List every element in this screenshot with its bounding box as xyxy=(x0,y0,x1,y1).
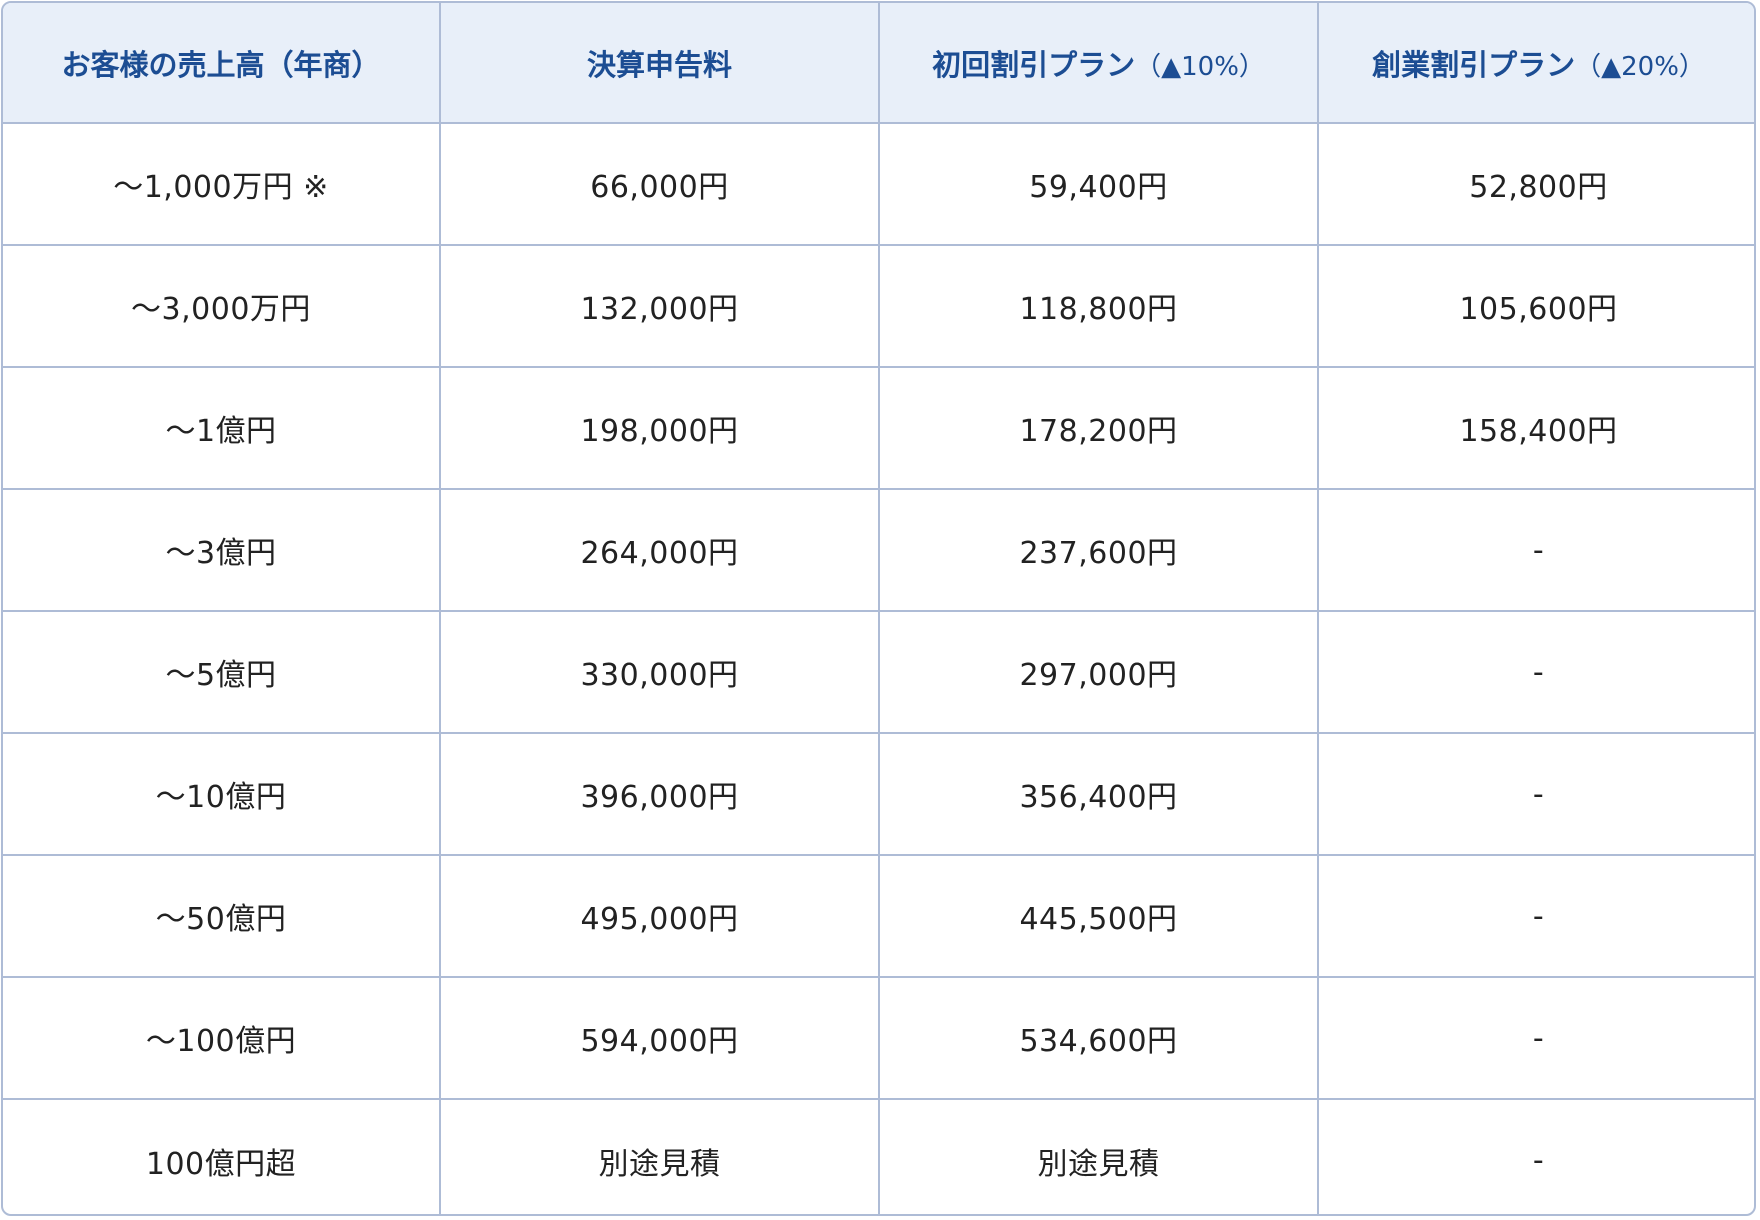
cell-startup-discount: - xyxy=(1317,854,1754,978)
header-first-discount: 初回割引プラン（▲10%） xyxy=(878,3,1319,124)
cell-startup-discount: - xyxy=(1317,488,1754,612)
cell-fee: 別途見積 xyxy=(439,1098,880,1214)
cell-startup-discount: - xyxy=(1317,976,1754,1100)
header-startup-discount: 創業割引プラン（▲20%） xyxy=(1317,3,1754,124)
cell-fee: 132,000円 xyxy=(439,244,880,368)
header-revenue: お客様の売上高（年商） xyxy=(3,3,441,124)
cell-first-discount: 178,200円 xyxy=(878,366,1319,490)
header-startup-discount-rate: （▲20%） xyxy=(1575,51,1705,82)
cell-fee: 330,000円 xyxy=(439,610,880,734)
cell-startup-discount: - xyxy=(1317,610,1754,734)
cell-startup-discount: - xyxy=(1317,732,1754,856)
cell-first-discount: 別途見積 xyxy=(878,1098,1319,1214)
cell-fee: 66,000円 xyxy=(439,122,880,246)
cell-first-discount: 356,400円 xyxy=(878,732,1319,856)
pricing-table-container: お客様の売上高（年商） 決算申告料 初回割引プラン（▲10%） 創業割引プラン（… xyxy=(1,1,1756,1216)
cell-revenue: ～1億円 xyxy=(3,366,441,490)
cell-fee: 198,000円 xyxy=(439,366,880,490)
cell-first-discount: 237,600円 xyxy=(878,488,1319,612)
cell-fee: 264,000円 xyxy=(439,488,880,612)
table-row: ～3億円 264,000円 237,600円 - xyxy=(3,488,1754,612)
cell-revenue: ～3億円 xyxy=(3,488,441,612)
cell-first-discount: 534,600円 xyxy=(878,976,1319,1100)
cell-first-discount: 118,800円 xyxy=(878,244,1319,368)
header-fee: 決算申告料 xyxy=(439,3,880,124)
table-row: ～50億円 495,000円 445,500円 - xyxy=(3,854,1754,978)
cell-first-discount: 445,500円 xyxy=(878,854,1319,978)
cell-fee: 396,000円 xyxy=(439,732,880,856)
cell-first-discount: 59,400円 xyxy=(878,122,1319,246)
table-row: ～1億円 198,000円 178,200円 158,400円 xyxy=(3,366,1754,490)
table-row: ～5億円 330,000円 297,000円 - xyxy=(3,610,1754,734)
table-row: 100億円超 別途見積 別途見積 - xyxy=(3,1098,1754,1214)
cell-startup-discount: 105,600円 xyxy=(1317,244,1754,368)
pricing-table: お客様の売上高（年商） 決算申告料 初回割引プラン（▲10%） 創業割引プラン（… xyxy=(3,3,1754,1214)
header-first-discount-rate: （▲10%） xyxy=(1135,51,1265,82)
cell-fee: 495,000円 xyxy=(439,854,880,978)
cell-revenue: ～10億円 xyxy=(3,732,441,856)
cell-revenue: 100億円超 xyxy=(3,1098,441,1214)
cell-startup-discount: 158,400円 xyxy=(1317,366,1754,490)
cell-revenue: ～1,000万円 ※ xyxy=(3,122,441,246)
cell-revenue: ～3,000万円 xyxy=(3,244,441,368)
table-row: ～10億円 396,000円 356,400円 - xyxy=(3,732,1754,856)
cell-startup-discount: 52,800円 xyxy=(1317,122,1754,246)
cell-startup-discount: - xyxy=(1317,1098,1754,1214)
table-row: ～100億円 594,000円 534,600円 - xyxy=(3,976,1754,1100)
cell-fee: 594,000円 xyxy=(439,976,880,1100)
cell-revenue: ～5億円 xyxy=(3,610,441,734)
cell-revenue: ～50億円 xyxy=(3,854,441,978)
table-header-row: お客様の売上高（年商） 決算申告料 初回割引プラン（▲10%） 創業割引プラン（… xyxy=(3,3,1754,124)
cell-first-discount: 297,000円 xyxy=(878,610,1319,734)
cell-revenue: ～100億円 xyxy=(3,976,441,1100)
table-row: ～3,000万円 132,000円 118,800円 105,600円 xyxy=(3,244,1754,368)
table-row: ～1,000万円 ※ 66,000円 59,400円 52,800円 xyxy=(3,122,1754,246)
